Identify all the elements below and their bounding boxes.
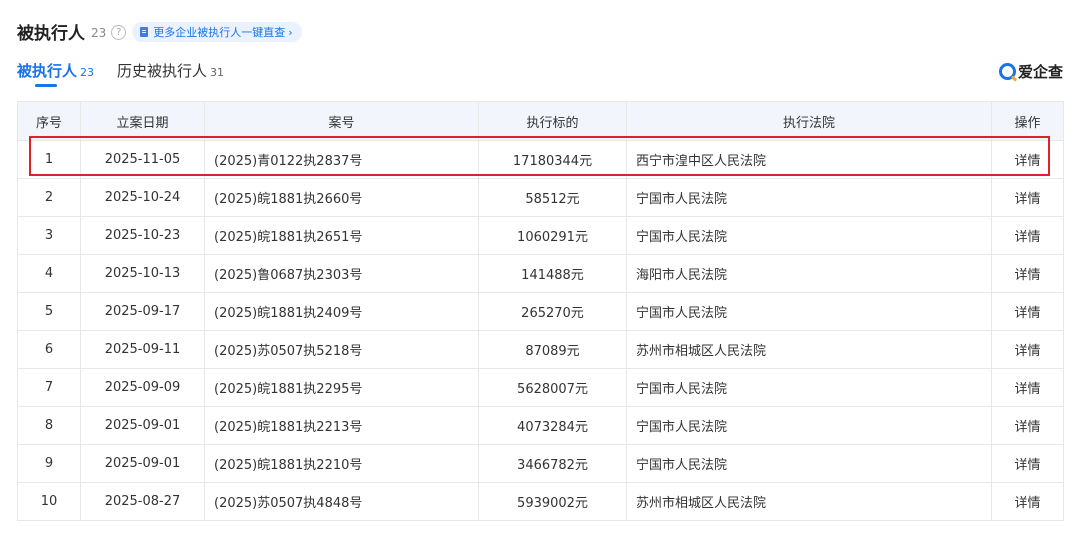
cell-case-no: (2025)鲁0687执2303号 [204, 254, 479, 293]
cell-court: 苏州市相城区人民法院 [626, 330, 992, 369]
cell-date: 2025-09-17 [80, 292, 205, 331]
cell-date: 2025-09-01 [80, 406, 205, 445]
cell-amount: 265270元 [478, 292, 627, 331]
cell-amount: 1060291元 [478, 216, 627, 255]
page: 被执行人 23 ? 更多企业被执行人一键直查 › 被执行人 23 历史被执行人 … [0, 0, 1080, 552]
executed-table: 序号 立案日期 案号 执行标的 执行法院 操作 1 2025-11-05 (2025… [17, 101, 1064, 521]
more-link-label: 更多企业被执行人一键直查 [153, 26, 286, 39]
cell-date: 2025-09-09 [80, 368, 205, 407]
cell-amount: 5939002元 [478, 482, 627, 521]
table-row: 9 2025-09-01 (2025)皖1881执2210号 3466782元 宁国市人… [17, 444, 1064, 483]
col-header-date: 立案日期 [80, 101, 205, 141]
cell-case-no: (2025)苏0507执5218号 [204, 330, 479, 369]
cell-index: 9 [17, 444, 81, 483]
cell-index: 10 [17, 482, 81, 521]
section-count: 23 [91, 25, 107, 40]
cell-index: 6 [17, 330, 81, 369]
cell-date: 2025-08-27 [80, 482, 205, 521]
section-header: 被执行人 23 ? 更多企业被执行人一键直查 › [17, 18, 302, 44]
cell-amount: 58512元 [478, 178, 627, 217]
cell-court: 苏州市相城区人民法院 [626, 482, 992, 521]
cell-date: 2025-10-13 [80, 254, 205, 293]
cell-case-no: (2025)皖1881执2660号 [204, 178, 479, 217]
detail-link[interactable]: 详情 [991, 292, 1064, 331]
cell-court: 宁国市人民法院 [626, 216, 992, 255]
cell-amount: 4073284元 [478, 406, 627, 445]
cell-date: 2025-09-01 [80, 444, 205, 483]
col-header-court: 执行法院 [626, 101, 992, 141]
cell-date: 2025-09-11 [80, 330, 205, 369]
table-row: 2 2025-10-24 (2025)皖1881执2660号 58512元 宁国市人民法… [17, 178, 1064, 217]
cell-court: 宁国市人民法院 [626, 368, 992, 407]
col-header-case-no: 案号 [204, 101, 479, 141]
tab-history-executed[interactable]: 历史被执行人 31 [117, 60, 224, 88]
table-body: 1 2025-11-05 (2025)青0122执2837号 17180344元 西宁市… [17, 140, 1064, 521]
tab-label: 被执行人 [17, 62, 78, 80]
cell-court: 宁国市人民法院 [626, 444, 992, 483]
table-row: 10 2025-08-27 (2025)苏0507执4848号 5939002元 苏州市… [17, 482, 1064, 521]
table-row: 1 2025-11-05 (2025)青0122执2837号 17180344元 西宁市… [17, 140, 1064, 179]
more-executed-link[interactable]: 更多企业被执行人一键直查 › [132, 22, 302, 42]
cell-amount: 17180344元 [478, 140, 627, 179]
cell-case-no: (2025)皖1881执2651号 [204, 216, 479, 255]
table-header-row: 序号 立案日期 案号 执行标的 执行法院 操作 [17, 101, 1064, 141]
document-icon [140, 27, 149, 37]
tab-bar: 被执行人 23 历史被执行人 31 [17, 60, 247, 88]
table-row: 4 2025-10-13 (2025)鲁0687执2303号 141488元 海阳市人民… [17, 254, 1064, 293]
col-header-amount: 执行标的 [478, 101, 627, 141]
table-row: 7 2025-09-09 (2025)皖1881执2295号 5628007元 宁国市人… [17, 368, 1064, 407]
detail-link[interactable]: 详情 [991, 444, 1064, 483]
cell-index: 3 [17, 216, 81, 255]
cell-index: 7 [17, 368, 81, 407]
help-icon[interactable]: ? [111, 24, 127, 40]
cell-index: 2 [17, 178, 81, 217]
tab-label: 历史被执行人 [117, 62, 208, 80]
detail-link[interactable]: 详情 [991, 330, 1064, 369]
cell-case-no: (2025)皖1881执2213号 [204, 406, 479, 445]
cell-court: 西宁市湟中区人民法院 [626, 140, 992, 179]
cell-case-no: (2025)皖1881执2210号 [204, 444, 479, 483]
aiqicha-logo: 爱企查 [998, 59, 1063, 83]
cell-court: 宁国市人民法院 [626, 178, 992, 217]
cell-amount: 141488元 [478, 254, 627, 293]
logo-text: 爱企查 [1017, 62, 1063, 81]
cell-case-no: (2025)苏0507执4848号 [204, 482, 479, 521]
cell-index: 8 [17, 406, 81, 445]
cell-date: 2025-10-23 [80, 216, 205, 255]
col-header-index: 序号 [17, 101, 81, 141]
cell-index: 5 [17, 292, 81, 331]
cell-case-no: (2025)皖1881执2409号 [204, 292, 479, 331]
table-row: 5 2025-09-17 (2025)皖1881执2409号 265270元 宁国市人民… [17, 292, 1064, 331]
cell-court: 宁国市人民法院 [626, 406, 992, 445]
cell-court: 宁国市人民法院 [626, 292, 992, 331]
tab-count: 23 [80, 66, 95, 79]
cell-case-no: (2025)青0122执2837号 [204, 140, 479, 179]
cell-case-no: (2025)皖1881执2295号 [204, 368, 479, 407]
cell-index: 4 [17, 254, 81, 293]
cell-amount: 3466782元 [478, 444, 627, 483]
detail-link[interactable]: 详情 [991, 178, 1064, 217]
cell-index: 1 [17, 140, 81, 179]
cell-date: 2025-10-24 [80, 178, 205, 217]
col-header-action: 操作 [991, 101, 1064, 141]
detail-link[interactable]: 详情 [991, 368, 1064, 407]
detail-link[interactable]: 详情 [991, 482, 1064, 521]
cell-amount: 5628007元 [478, 368, 627, 407]
cell-date: 2025-11-05 [80, 140, 205, 179]
magnifier-logo-icon [998, 62, 1016, 80]
detail-link[interactable]: 详情 [991, 140, 1064, 179]
cell-amount: 87089元 [478, 330, 627, 369]
table-row: 3 2025-10-23 (2025)皖1881执2651号 1060291元 宁国市人… [17, 216, 1064, 255]
table-row: 6 2025-09-11 (2025)苏0507执5218号 87089元 苏州市相城区… [17, 330, 1064, 369]
tab-executed[interactable]: 被执行人 23 [17, 60, 94, 88]
detail-link[interactable]: 详情 [991, 406, 1064, 445]
cell-court: 海阳市人民法院 [626, 254, 992, 293]
detail-link[interactable]: 详情 [991, 254, 1064, 293]
table-row: 8 2025-09-01 (2025)皖1881执2213号 4073284元 宁国市人… [17, 406, 1064, 445]
detail-link[interactable]: 详情 [991, 216, 1064, 255]
section-title: 被执行人 [17, 23, 85, 44]
chevron-right-icon: › [288, 25, 293, 39]
tab-count: 31 [210, 66, 225, 79]
